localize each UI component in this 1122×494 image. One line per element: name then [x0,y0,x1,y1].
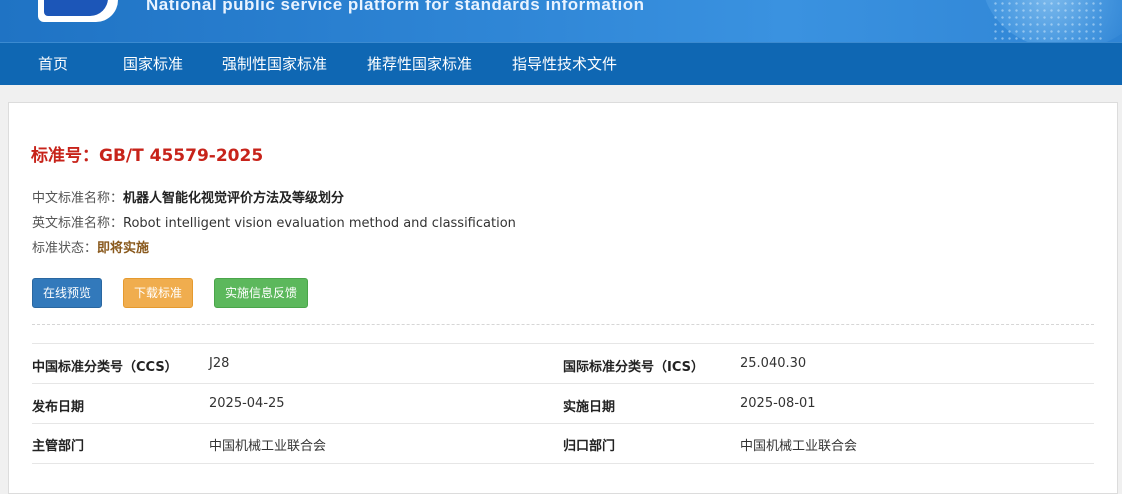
ccs-value: J28 [209,356,230,371]
status-value: 即将实施 [97,241,150,256]
en-name-value: Robot intelligent vision evaluation meth… [123,216,516,231]
site-banner: National public service platform for sta… [0,0,1122,42]
section-divider [32,324,1094,325]
cn-name-value: 机器人智能化视觉评价方法及等级划分 [123,191,345,206]
centralized-dept-label: 归口部门 [563,439,616,454]
implementation-feedback-button[interactable]: 实施信息反馈 [214,278,309,308]
table-rule [32,463,1094,464]
centralized-dept-value: 中国机械工业联合会 [740,439,858,454]
nav-item-home[interactable]: 首页 [38,43,68,85]
nav-item-national-standards[interactable]: 国家标准 [123,43,183,85]
online-preview-button[interactable]: 在线预览 [32,278,103,308]
table-rule [32,343,1094,344]
cn-name-row: 中文标准名称：机器人智能化视觉评价方法及等级划分 [32,187,344,206]
ccs-label: 中国标准分类号（CCS） [32,360,178,375]
en-name-row: 英文标准名称：Robot intelligent vision evaluati… [32,212,516,231]
implement-date-value: 2025-08-01 [740,396,816,411]
status-row: 标准状态：即将实施 [32,237,149,256]
download-standard-button[interactable]: 下载标准 [123,278,194,308]
competent-dept-value: 中国机械工业联合会 [209,439,327,454]
nav-item-mandatory-standards[interactable]: 强制性国家标准 [222,43,327,85]
site-logo-mark [44,0,108,16]
competent-dept-label: 主管部门 [32,439,85,454]
ics-label: 国际标准分类号（ICS） [563,360,704,375]
status-label: 标准状态： [32,241,98,256]
publish-date-label: 发布日期 [32,400,85,415]
implement-date-label: 实施日期 [563,400,616,415]
publish-date-value: 2025-04-25 [209,396,285,411]
standard-detail-card: 标准号：GB/T 45579-2025 中文标准名称：机器人智能化视觉评价方法及… [8,102,1118,494]
ics-value: 25.040.30 [740,356,807,371]
en-name-label: 英文标准名称： [32,216,124,231]
nav-item-guidance-documents[interactable]: 指导性技术文件 [512,43,617,85]
table-rule [32,383,1094,384]
nav-item-recommended-standards[interactable]: 推荐性国家标准 [367,43,472,85]
cn-name-label: 中文标准名称： [32,191,124,206]
standard-number-title: 标准号：GB/T 45579-2025 [31,146,264,166]
table-rule [32,423,1094,424]
dot-pattern-decoration [992,0,1102,40]
site-subtitle: National public service platform for sta… [146,0,645,14]
main-nav: 首页 国家标准 强制性国家标准 推荐性国家标准 指导性技术文件 [0,42,1122,85]
